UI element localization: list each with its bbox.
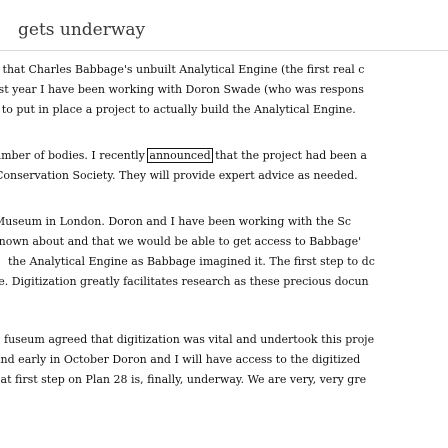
page-title: gets underway [18, 20, 146, 40]
text-line: d that Charles Babbage's unbuilt Analyti… [0, 63, 365, 76]
text-line: ) to put in place a project to actually … [0, 103, 356, 116]
text-line: fuseum agreed that digitization was vita… [4, 333, 375, 346]
text-line: known about and that we would be able to… [0, 235, 362, 248]
text-line: Museum in London. Doron and I have been … [0, 215, 352, 228]
paragraph-3: Museum in London. Doron and I have been … [0, 212, 448, 292]
text-segment: umber of bodies. I recently [0, 149, 149, 162]
text-line: the Analytical Engine as Babbage imagine… [8, 255, 375, 268]
text-line: and early in October Doron and I will ha… [0, 353, 361, 366]
paragraph-2: umber of bodies. I recently announced th… [0, 146, 448, 186]
announced-link[interactable]: announced [147, 148, 213, 163]
text-line: ve. Digitization greatly facilitates res… [0, 275, 369, 288]
text-line: eat first step on Plan 28 is, finally, u… [0, 373, 367, 386]
title-divider [0, 50, 448, 51]
text-line: Conservation Society. They will provide … [0, 169, 358, 182]
title-row: gets underway [0, 0, 448, 50]
paragraph-1: d that Charles Babbage's unbuilt Analyti… [0, 60, 448, 120]
text-line: ast year I have been working with Doron … [0, 83, 364, 96]
paragraph-4: fuseum agreed that digitization was vita… [0, 330, 448, 390]
text-line: umber of bodies. I recently announced th… [0, 146, 448, 166]
text-segment: that the project had been a [211, 149, 367, 162]
